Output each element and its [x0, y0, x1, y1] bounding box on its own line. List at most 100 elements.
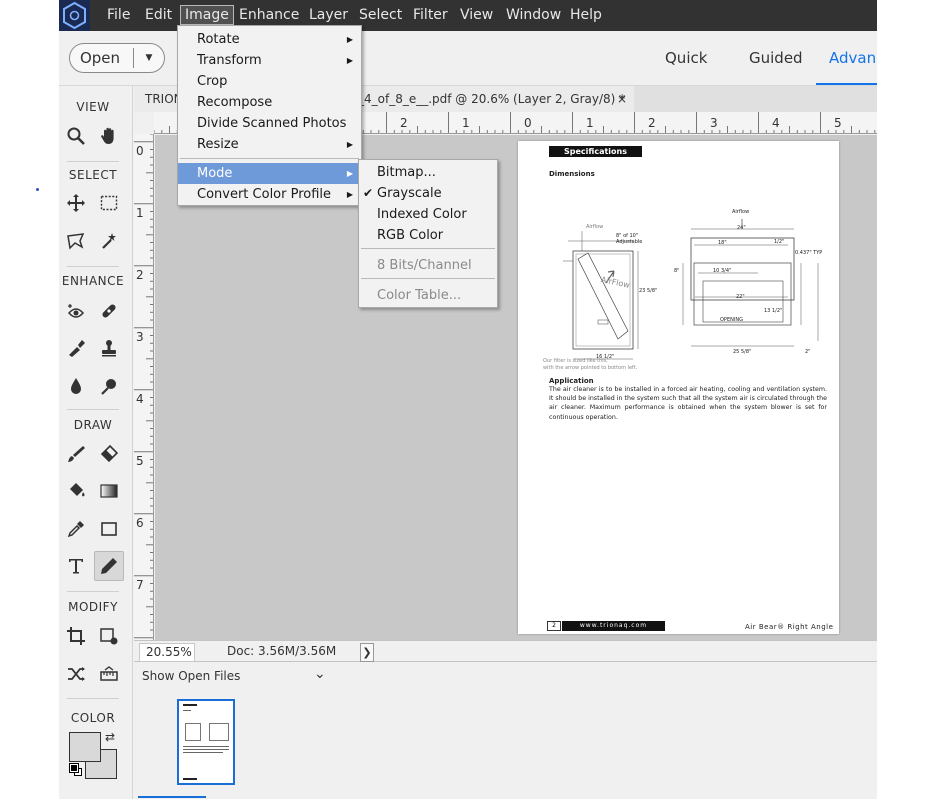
- section-view: VIEW: [76, 100, 110, 114]
- tools-panel: VIEW SELECT ENHANCE DRAW MODIFY COLOR ⇄: [59, 86, 133, 799]
- menu-view[interactable]: View: [456, 5, 497, 25]
- dim-half: 1/2": [774, 239, 785, 245]
- ruler-label: 4: [136, 392, 144, 406]
- blur-icon[interactable]: [61, 371, 91, 401]
- zoom-field[interactable]: 20.55%: [139, 643, 195, 662]
- type-icon[interactable]: [61, 551, 91, 581]
- menu-select[interactable]: Select: [355, 5, 406, 25]
- menu-item-transform[interactable]: Transform ▶: [178, 50, 361, 71]
- close-icon[interactable]: ×: [617, 86, 627, 112]
- caption-line-2: with the arrow pointed to bottom left.: [543, 365, 638, 371]
- crop-icon[interactable]: [61, 621, 91, 651]
- tab-quick[interactable]: Quick: [665, 49, 707, 67]
- dim-10-34: 10 3/4": [713, 268, 732, 274]
- section-color: COLOR: [70, 711, 116, 725]
- dim-13-12: 13 1/2": [764, 308, 783, 314]
- application-title: Application: [549, 377, 594, 385]
- menu-window[interactable]: Window: [502, 5, 565, 25]
- open-button[interactable]: Open ▼: [69, 43, 165, 73]
- magic-wand-icon[interactable]: [94, 226, 124, 256]
- submenu-arrow-icon: ▶: [346, 35, 353, 44]
- tab-advanced[interactable]: Advanc: [829, 49, 877, 67]
- shape-icon[interactable]: [94, 514, 124, 544]
- dimensions-title: Dimensions: [549, 170, 595, 178]
- section-enhance: ENHANCE: [61, 274, 125, 288]
- tab-guided[interactable]: Guided: [749, 49, 803, 67]
- menu-item-grayscale[interactable]: ✔ Grayscale: [359, 183, 497, 204]
- ruler-label: 0: [136, 144, 144, 158]
- sponge-icon[interactable]: [94, 371, 124, 401]
- canvas-area[interactable]: Specifications Dimensions Airflow 8" of …: [155, 135, 877, 640]
- move-icon[interactable]: [61, 188, 91, 218]
- straighten-icon[interactable]: [94, 659, 124, 689]
- hand-icon[interactable]: [94, 121, 124, 151]
- menu-item-crop[interactable]: Crop: [178, 71, 361, 92]
- brush-icon[interactable]: [61, 439, 91, 469]
- smart-brush-icon[interactable]: [61, 333, 91, 363]
- marquee-icon[interactable]: [94, 188, 124, 218]
- caption-line-1: Our filter is sized like this,: [543, 358, 608, 364]
- bin-source-select[interactable]: Show Open Files: [142, 669, 240, 683]
- chevron-right-icon[interactable]: ❯: [360, 643, 374, 662]
- ruler-label: 7: [136, 578, 144, 592]
- dim-22: 22": [736, 294, 745, 300]
- footer-url: www.trionaq.com: [562, 621, 665, 631]
- ruler-label: 5: [834, 116, 842, 130]
- paint-bucket-icon[interactable]: [61, 476, 91, 506]
- menu-item-resize[interactable]: Resize ▶: [178, 134, 361, 155]
- divider: [67, 591, 119, 592]
- recompose-icon[interactable]: [94, 621, 124, 651]
- menu-item-bitmap[interactable]: Bitmap...: [359, 162, 497, 183]
- menu-item-label: Resize: [197, 137, 239, 152]
- menu-filter[interactable]: Filter: [409, 5, 452, 25]
- vertical-ruler: 0 1 2 3 4 5 6 7: [134, 134, 154, 640]
- red-eye-icon[interactable]: [61, 296, 91, 326]
- content-aware-move-icon[interactable]: [61, 659, 91, 689]
- menu-item-rgb-color[interactable]: RGB Color: [359, 225, 497, 246]
- swap-colors-icon[interactable]: ⇄: [105, 730, 115, 744]
- menu-help[interactable]: Help: [566, 5, 606, 25]
- document-thumbnail[interactable]: [177, 699, 235, 785]
- menu-item-label: Recompose: [197, 95, 273, 110]
- menu-edit[interactable]: Edit: [141, 5, 176, 25]
- clone-stamp-icon[interactable]: [94, 333, 124, 363]
- footer-product-name: Air Bear® Right Angle: [745, 623, 834, 631]
- healing-brush-icon[interactable]: [94, 296, 124, 326]
- ruler-label: 3: [136, 330, 144, 344]
- section-modify: MODIFY: [68, 600, 118, 614]
- chevron-down-icon[interactable]: ⌄: [314, 666, 326, 682]
- divider: [67, 698, 119, 699]
- menu-enhance[interactable]: Enhance: [235, 5, 303, 25]
- chevron-down-icon[interactable]: ▼: [134, 44, 164, 72]
- page-header: Specifications: [549, 146, 642, 157]
- menu-separator: [180, 158, 359, 159]
- menu-item-recompose[interactable]: Recompose: [178, 92, 361, 113]
- menu-item-rotate[interactable]: Rotate ▶: [178, 29, 361, 50]
- menu-item-divide-scanned-photos[interactable]: Divide Scanned Photos: [178, 113, 361, 134]
- menu-image[interactable]: Image: [180, 5, 234, 25]
- default-colors-icon[interactable]: [69, 763, 79, 773]
- menu-separator: [361, 278, 495, 279]
- menu-item-color-table: Color Table...: [359, 285, 497, 306]
- lasso-icon[interactable]: [61, 226, 91, 256]
- eyedropper-icon[interactable]: [61, 514, 91, 544]
- dim-8: 8": [674, 268, 680, 274]
- divider: [67, 161, 119, 162]
- menu-file[interactable]: File: [103, 5, 134, 25]
- menu-item-convert-color-profile[interactable]: Convert Color Profile ▶: [178, 184, 361, 205]
- menu-item-label: Mode: [197, 166, 233, 181]
- document-page: Specifications Dimensions Airflow 8" of …: [518, 141, 839, 634]
- zoom-icon[interactable]: [61, 121, 91, 151]
- dim-24: 24": [737, 225, 746, 231]
- foreground-color-swatch[interactable]: [69, 732, 101, 762]
- menu-item-mode[interactable]: Mode ▶: [178, 163, 361, 184]
- menu-layer[interactable]: Layer: [305, 5, 352, 25]
- menu-item-indexed-color[interactable]: Indexed Color: [359, 204, 497, 225]
- eraser-icon[interactable]: [94, 439, 124, 469]
- gradient-icon[interactable]: [94, 476, 124, 506]
- ruler-label: 1: [586, 116, 594, 130]
- submenu-arrow-icon: ▶: [346, 169, 353, 178]
- ruler-label: 1: [462, 116, 470, 130]
- pencil-icon[interactable]: [94, 551, 124, 581]
- ruler-label: 1: [136, 206, 144, 220]
